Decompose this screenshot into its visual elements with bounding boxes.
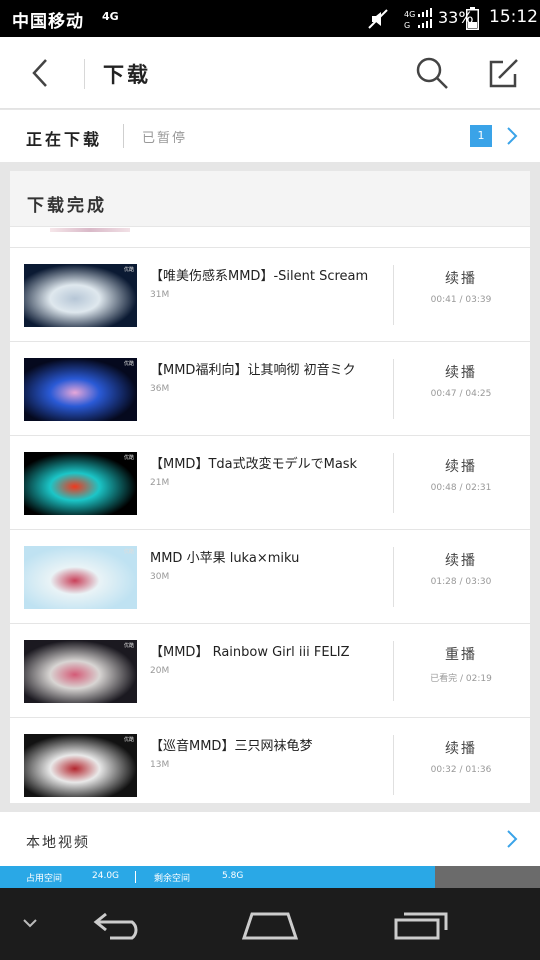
download-list: 优酷 【唯美伤感系MMD】-Silent Scream 31M 续播 00:41… (10, 248, 530, 803)
video-size: 20M (150, 666, 170, 676)
clock: 15:12 (489, 7, 538, 27)
local-video-row[interactable]: 本地视频 (0, 812, 540, 866)
network-type: 4G (102, 10, 119, 23)
title-divider (84, 59, 85, 89)
play-progress: 00:32 / 01:36 (430, 765, 492, 775)
list-item[interactable]: 优酷 【唯美伤感系MMD】-Silent Scream 31M 续播 00:41… (10, 248, 530, 342)
local-video-label: 本地视频 (26, 835, 90, 851)
video-thumbnail[interactable]: 优酷 (24, 358, 137, 421)
play-progress: 00:47 / 04:25 (430, 389, 492, 399)
storage-bar: 占用空间 24.0G 剩余空间 5.8G (0, 866, 540, 888)
play-progress: 00:48 / 02:31 (430, 483, 492, 493)
carrier-name: 中国移动 (12, 12, 84, 32)
video-title: 【MMD】 Rainbow Girl iii FELIZ (150, 645, 350, 660)
list-item[interactable]: 优酷 MMD 小苹果 luka×miku 30M 续播 01:28 / 03:3… (10, 530, 530, 624)
play-progress: 01:28 / 03:30 (430, 577, 492, 587)
storage-used-fill (0, 866, 435, 888)
storage-used-label: 占用空间 (26, 874, 63, 884)
storage-divider (135, 871, 136, 883)
svg-text:4G: 4G (404, 10, 415, 19)
video-thumbnail[interactable]: 优酷 (24, 264, 137, 327)
chevron-down-icon[interactable] (20, 916, 40, 930)
video-title: 【巡音MMD】三只网袜龟梦 (150, 739, 313, 754)
resume-button[interactable]: 续播 (394, 362, 528, 382)
resume-button[interactable]: 续播 (394, 456, 528, 476)
storage-free-value: 5.8G (222, 871, 244, 881)
video-thumbnail[interactable]: 优酷 (24, 734, 137, 797)
status-bar: 中国移动 4G 4G G 33% 15:12 (0, 0, 540, 37)
video-size: 13M (150, 760, 170, 770)
video-size: 36M (150, 384, 170, 394)
home-nav-icon[interactable] (240, 908, 300, 942)
recent-apps-icon[interactable] (392, 908, 450, 942)
mute-icon (368, 9, 388, 29)
system-nav-bar (0, 888, 540, 960)
back-icon[interactable] (26, 57, 56, 89)
completed-title: 下载完成 (27, 196, 107, 216)
list-item[interactable]: 优酷 【巡音MMD】三只网袜龟梦 13M 续播 00:32 / 01:36 (10, 718, 530, 803)
resume-button[interactable]: 续播 (394, 268, 528, 288)
list-item[interactable]: 优酷 【MMD】Tda式改変モデルでMask 21M 续播 00:48 / 02… (10, 436, 530, 530)
video-thumbnail[interactable]: 优酷 (24, 452, 137, 515)
edit-icon[interactable] (485, 56, 521, 92)
title-bar: 下载 (0, 37, 540, 109)
tab-paused[interactable]: 已暂停 (142, 127, 187, 146)
play-progress: 00:41 / 03:39 (430, 295, 492, 305)
video-title: 【MMD】Tda式改変モデルでMask (150, 457, 358, 472)
list-item[interactable]: 优酷 【MMD福利向】让其响彻 初音ミク 36M 续播 00:47 / 04:2… (10, 342, 530, 436)
chevron-right-icon[interactable] (504, 828, 520, 850)
partial-thumbnail (50, 228, 130, 232)
battery-icon (466, 7, 479, 30)
download-count-badge: 1 (470, 125, 492, 147)
signal-icon: 4G G (404, 8, 432, 30)
video-size: 30M (150, 572, 170, 582)
resume-button[interactable]: 续播 (394, 738, 528, 758)
search-icon[interactable] (414, 55, 450, 91)
play-progress: 已看完 / 02:19 (430, 674, 492, 684)
completed-downloads-card: 下载完成 优酷 【唯美伤感系MMD】-Silent Scream 31M 续播 … (10, 171, 530, 803)
page-title: 下载 (103, 63, 151, 87)
video-size: 31M (150, 290, 170, 300)
tab-downloading[interactable]: 正在下载 (26, 126, 102, 150)
video-size: 21M (150, 478, 170, 488)
video-title: 【MMD福利向】让其响彻 初音ミク (150, 363, 356, 378)
video-title: MMD 小苹果 luka×miku (150, 551, 300, 566)
video-thumbnail[interactable]: 优酷 (24, 640, 137, 703)
tab-divider (123, 124, 124, 148)
list-item[interactable]: 优酷 【MMD】 Rainbow Girl iii FELIZ 20M 重播 已… (10, 624, 530, 718)
video-thumbnail[interactable]: 优酷 (24, 546, 137, 609)
download-status-tabs: 正在下载 已暂停 1 (0, 110, 540, 162)
completed-header: 下载完成 (10, 171, 530, 227)
storage-used-value: 24.0G (92, 871, 120, 881)
replay-button[interactable]: 重播 (394, 644, 528, 664)
storage-free-label: 剩余空间 (154, 874, 191, 884)
svg-text:G: G (404, 21, 410, 30)
chevron-right-icon[interactable] (504, 125, 520, 147)
back-nav-icon[interactable] (92, 908, 148, 940)
video-title: 【唯美伤感系MMD】-Silent Scream (150, 269, 369, 284)
resume-button[interactable]: 续播 (394, 550, 528, 570)
